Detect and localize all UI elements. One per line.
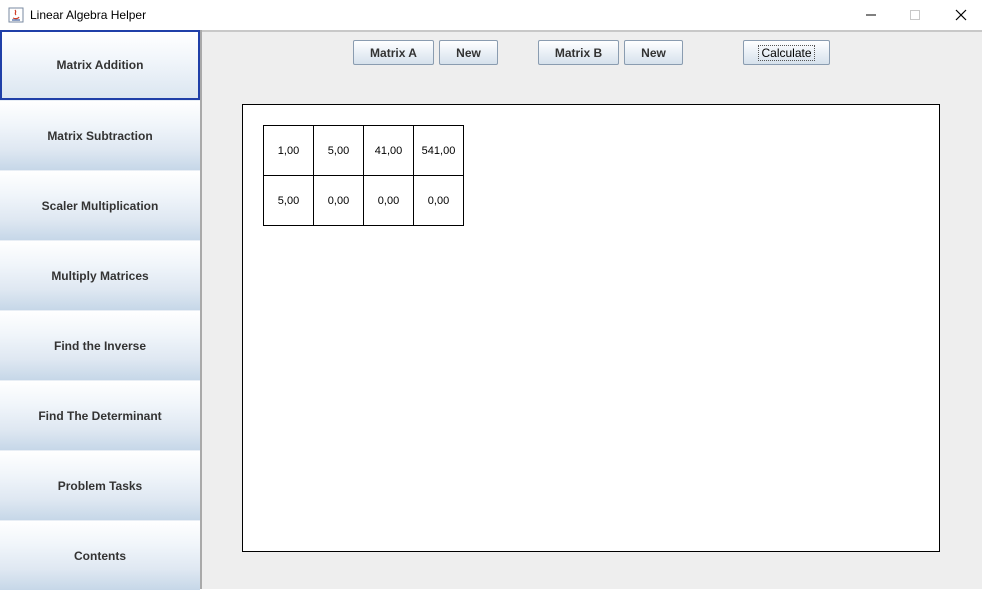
sidebar-item-find-determinant[interactable]: Find The Determinant [0,380,200,450]
matrix-table: 1,00 5,00 41,00 541,00 5,00 0,00 0,00 0,… [263,125,464,226]
sidebar: Matrix Addition Matrix Subtraction Scale… [0,30,202,590]
sidebar-item-matrix-addition[interactable]: Matrix Addition [0,30,200,100]
minimize-button[interactable] [848,0,894,30]
matrix-cell[interactable]: 5,00 [313,125,364,176]
window-title: Linear Algebra Helper [30,8,147,22]
matrix-row: 1,00 5,00 41,00 541,00 [263,125,464,176]
sidebar-item-multiply-matrices[interactable]: Multiply Matrices [0,240,200,310]
maximize-button[interactable] [892,0,938,30]
matrix-cell[interactable]: 1,00 [263,125,314,176]
sidebar-item-find-inverse[interactable]: Find the Inverse [0,310,200,380]
sidebar-item-scaler-multiplication[interactable]: Scaler Multiplication [0,170,200,240]
sidebar-item-problem-tasks[interactable]: Problem Tasks [0,450,200,520]
java-app-icon [8,7,24,23]
matrix-cell[interactable]: 541,00 [413,125,464,176]
matrix-cell[interactable]: 0,00 [363,175,414,226]
matrix-b-button[interactable]: Matrix B [538,40,619,65]
matrix-a-button[interactable]: Matrix A [353,40,434,65]
title-bar: Linear Algebra Helper [0,0,982,30]
calculate-button[interactable]: Calculate [743,40,830,65]
matrix-cell[interactable]: 0,00 [413,175,464,226]
matrix-cell[interactable]: 0,00 [313,175,364,226]
sidebar-item-matrix-subtraction[interactable]: Matrix Subtraction [0,100,200,170]
matrix-row: 5,00 0,00 0,00 0,00 [263,175,464,226]
new-matrix-a-button[interactable]: New [439,40,498,65]
close-icon [955,9,967,21]
close-button[interactable] [938,0,982,30]
matrix-cell[interactable]: 5,00 [263,175,314,226]
new-matrix-b-button[interactable]: New [624,40,683,65]
main-panel: Matrix A New Matrix B New Calculate 1,00… [202,30,982,589]
matrix-display-area: 1,00 5,00 41,00 541,00 5,00 0,00 0,00 0,… [242,104,940,552]
calculate-label: Calculate [758,44,815,61]
matrix-cell[interactable]: 41,00 [363,125,414,176]
maximize-icon [910,10,920,20]
sidebar-item-contents[interactable]: Contents [0,520,200,590]
minimize-icon [866,14,876,16]
